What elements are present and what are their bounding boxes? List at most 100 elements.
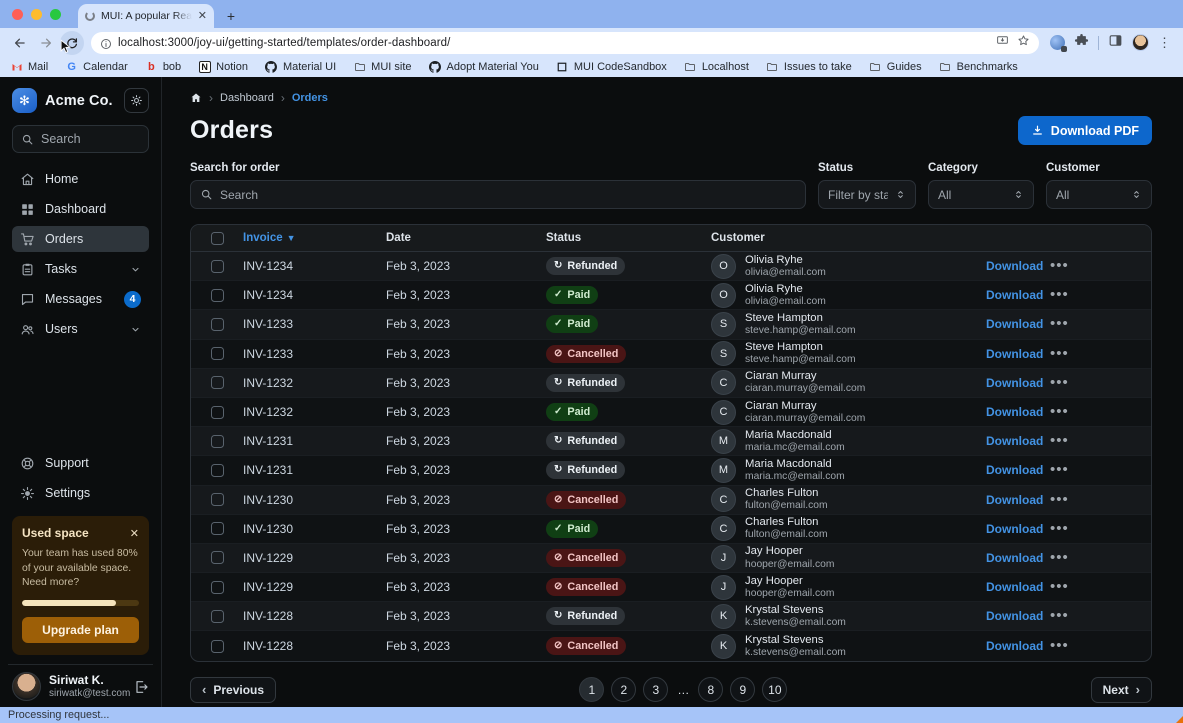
previous-page-button[interactable]: ‹Previous [190, 677, 276, 703]
sidebar-item-settings[interactable]: Settings [12, 480, 149, 506]
download-link[interactable]: Download [986, 376, 1043, 390]
more-actions-icon[interactable]: ••• [1044, 315, 1069, 332]
row-checkbox[interactable] [211, 640, 224, 653]
download-link[interactable]: Download [986, 434, 1043, 448]
close-window-button[interactable] [12, 9, 23, 20]
row-checkbox[interactable] [211, 464, 224, 477]
bookmark-item[interactable]: Mail [10, 61, 48, 74]
site-info-icon[interactable] [100, 37, 112, 49]
more-actions-icon[interactable]: ••• [1044, 578, 1069, 595]
row-checkbox[interactable] [211, 610, 224, 623]
row-checkbox[interactable] [211, 318, 224, 331]
forward-button[interactable] [34, 31, 58, 55]
profile-avatar[interactable] [1132, 34, 1149, 51]
bookmark-item[interactable]: Adopt Material You [429, 61, 539, 74]
bookmark-item[interactable]: Issues to take [766, 61, 852, 74]
download-link[interactable]: Download [986, 580, 1043, 594]
back-button[interactable] [8, 31, 32, 55]
more-actions-icon[interactable]: ••• [1044, 461, 1069, 478]
category-filter-select[interactable]: All [928, 180, 1034, 209]
sidebar-item-messages[interactable]: Messages 4 [12, 286, 149, 312]
logout-icon[interactable] [133, 679, 149, 695]
sidebar-item-support[interactable]: Support [12, 450, 149, 476]
more-actions-icon[interactable]: ••• [1044, 286, 1069, 303]
order-search-input[interactable]: Search [190, 180, 806, 209]
row-checkbox[interactable] [211, 493, 224, 506]
more-actions-icon[interactable]: ••• [1044, 491, 1069, 508]
download-link[interactable]: Download [986, 405, 1043, 419]
select-all-checkbox[interactable] [211, 232, 224, 245]
more-actions-icon[interactable]: ••• [1044, 520, 1069, 537]
download-link[interactable]: Download [986, 639, 1043, 653]
bookmark-item[interactable]: MUI site [353, 61, 411, 74]
home-icon[interactable] [190, 92, 202, 104]
page-number-button[interactable]: 1 [579, 677, 604, 702]
bookmark-item[interactable]: MUI CodeSandbox [556, 61, 667, 74]
page-number-button[interactable]: 9 [730, 677, 755, 702]
color-scheme-toggle-button[interactable] [124, 88, 149, 113]
row-checkbox[interactable] [211, 406, 224, 419]
next-page-button[interactable]: Next› [1091, 677, 1152, 703]
more-actions-icon[interactable]: ••• [1044, 257, 1069, 274]
bookmark-item[interactable]: Guides [869, 61, 922, 74]
bookmark-item[interactable]: Material UI [265, 61, 336, 74]
more-actions-icon[interactable]: ••• [1044, 432, 1069, 449]
row-checkbox[interactable] [211, 289, 224, 302]
more-actions-icon[interactable]: ••• [1044, 607, 1069, 624]
extension-icon[interactable] [1050, 35, 1065, 50]
row-checkbox[interactable] [211, 435, 224, 448]
close-icon[interactable]: ✕ [130, 527, 139, 540]
more-actions-icon[interactable]: ••• [1044, 637, 1069, 654]
upgrade-plan-button[interactable]: Upgrade plan [22, 617, 139, 643]
url-bar[interactable]: localhost:3000/joy-ui/getting-started/te… [91, 32, 1039, 54]
more-actions-icon[interactable]: ••• [1044, 345, 1069, 362]
tab-close-icon[interactable]: ✕ [198, 11, 207, 22]
sidebar-search-input[interactable]: Search [12, 125, 149, 153]
bookmark-item[interactable]: G Calendar [65, 61, 128, 74]
bookmark-star-icon[interactable] [1017, 34, 1030, 52]
row-checkbox[interactable] [211, 347, 224, 360]
new-tab-button[interactable]: + [222, 7, 240, 25]
download-link[interactable]: Download [986, 609, 1043, 623]
maximize-window-button[interactable] [50, 9, 61, 20]
download-link[interactable]: Download [986, 259, 1043, 273]
sidebar-item-users[interactable]: Users [12, 316, 149, 342]
sidebar-item-dashboard[interactable]: Dashboard [12, 196, 149, 222]
minimize-window-button[interactable] [31, 9, 42, 20]
install-app-icon[interactable] [996, 34, 1009, 52]
download-link[interactable]: Download [986, 317, 1043, 331]
row-checkbox[interactable] [211, 522, 224, 535]
sidebar-item-orders[interactable]: Orders [12, 226, 149, 252]
page-number-button[interactable]: 8 [698, 677, 723, 702]
side-panel-icon[interactable] [1108, 33, 1123, 53]
bookmark-item[interactable]: Benchmarks [939, 61, 1018, 74]
download-link[interactable]: Download [986, 347, 1043, 361]
extensions-puzzle-icon[interactable] [1074, 33, 1089, 53]
column-header-invoice[interactable]: Invoice▼ [243, 232, 386, 244]
more-actions-icon[interactable]: ••• [1044, 549, 1069, 566]
download-pdf-button[interactable]: Download PDF [1018, 116, 1152, 145]
download-link[interactable]: Download [986, 493, 1043, 507]
bookmark-item[interactable]: Localhost [684, 61, 749, 74]
browser-tab[interactable]: MUI: A popular React UI fram ✕ [78, 4, 214, 28]
customer-filter-select[interactable]: All [1046, 180, 1152, 209]
page-number-button[interactable]: 2 [611, 677, 636, 702]
sidebar-item-home[interactable]: Home [12, 166, 149, 192]
more-actions-icon[interactable]: ••• [1044, 374, 1069, 391]
status-filter-select[interactable]: Filter by status [818, 180, 916, 209]
download-link[interactable]: Download [986, 288, 1043, 302]
download-link[interactable]: Download [986, 522, 1043, 536]
row-checkbox[interactable] [211, 551, 224, 564]
sidebar-item-tasks[interactable]: Tasks [12, 256, 149, 282]
page-number-button[interactable]: 10 [762, 677, 787, 702]
row-checkbox[interactable] [211, 581, 224, 594]
bookmark-item[interactable]: b bob [145, 61, 181, 74]
download-link[interactable]: Download [986, 463, 1043, 477]
bookmark-item[interactable]: N Notion [198, 61, 248, 74]
breadcrumb-dashboard[interactable]: Dashboard [220, 92, 274, 104]
page-number-button[interactable]: 3 [643, 677, 668, 702]
download-link[interactable]: Download [986, 551, 1043, 565]
row-checkbox[interactable] [211, 376, 224, 389]
browser-menu-icon[interactable]: ⋮ [1158, 36, 1171, 49]
more-actions-icon[interactable]: ••• [1044, 403, 1069, 420]
